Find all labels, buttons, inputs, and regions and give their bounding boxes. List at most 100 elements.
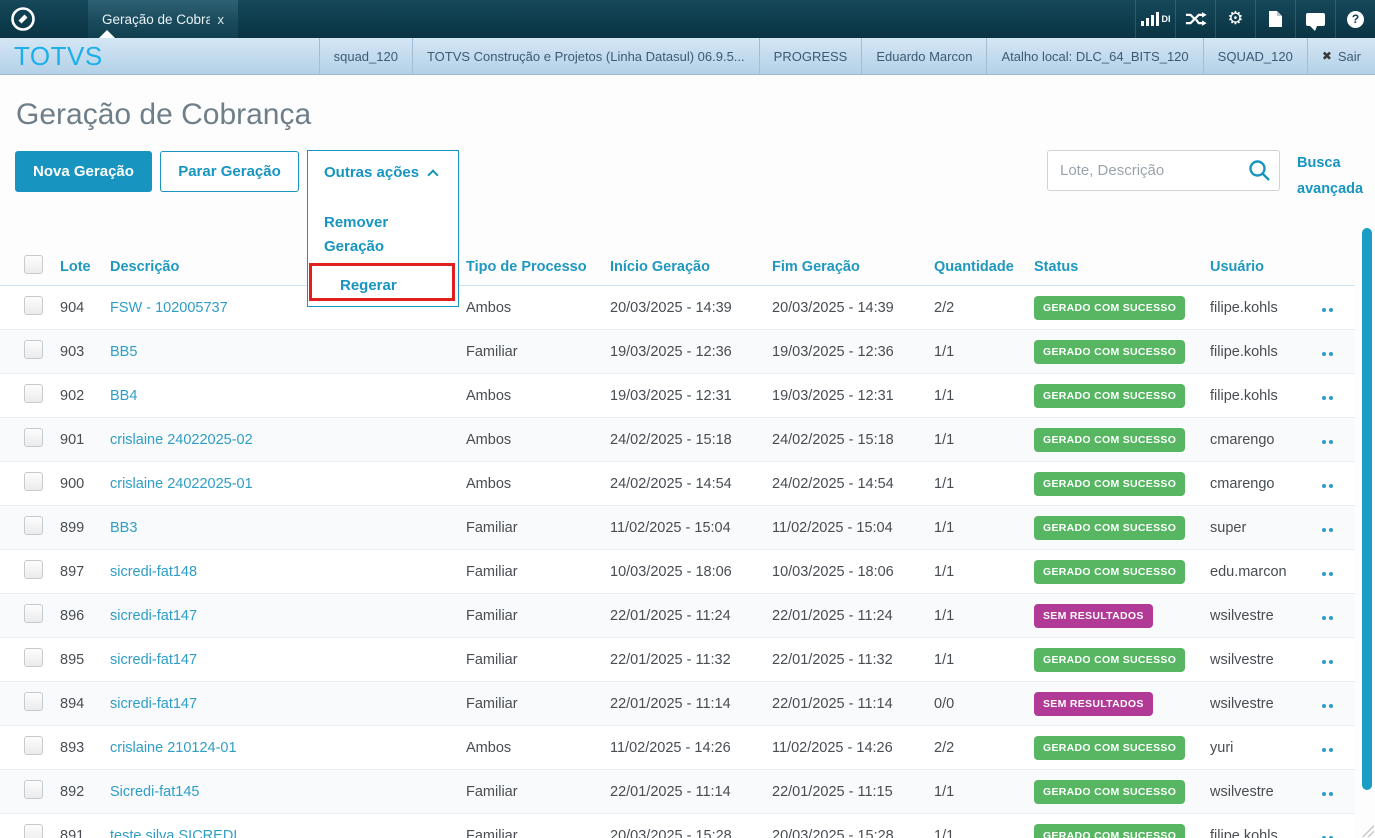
search-icon — [1249, 160, 1270, 181]
menu-item-remover-geracao[interactable]: Remover Geração — [308, 211, 418, 259]
status-badge: GERADO COM SUCESSO — [1034, 339, 1186, 364]
quantidade-value: 1/1 — [934, 431, 955, 448]
descricao-link[interactable]: BB3 — [110, 520, 137, 536]
row-checkbox[interactable] — [24, 428, 43, 447]
row-checkbox[interactable] — [24, 384, 43, 403]
resize-handle-icon[interactable] — [1362, 825, 1374, 837]
tipo-processo-value: Ambos — [466, 299, 512, 316]
table-header: Lote Descrição Tipo de Processo Início G… — [0, 248, 1355, 286]
busca-avancada-link[interactable]: Busca avançada — [1297, 150, 1369, 202]
ellipsis-icon — [1322, 703, 1326, 708]
outras-acoes-button[interactable]: Outras ações — [308, 151, 458, 181]
descricao-link[interactable]: BB5 — [110, 344, 137, 360]
select-all-checkbox[interactable] — [24, 254, 43, 274]
tipo-processo-value: Ambos — [466, 387, 512, 404]
chat-button[interactable] — [1295, 0, 1335, 38]
row-actions-button[interactable] — [1322, 564, 1335, 580]
row-actions-button[interactable] — [1322, 344, 1335, 360]
row-actions-button[interactable] — [1322, 740, 1335, 756]
col-fim-geracao[interactable]: Fim Geração — [772, 259, 934, 275]
settings-button[interactable]: ⚙ — [1215, 0, 1255, 38]
document-button[interactable] — [1255, 0, 1295, 38]
row-checkbox[interactable] — [24, 604, 43, 623]
lote-value: 891 — [60, 827, 85, 838]
row-actions-button[interactable] — [1322, 520, 1335, 536]
row-actions-button[interactable] — [1322, 828, 1335, 838]
descricao-link[interactable]: sicredi-fat148 — [110, 564, 197, 580]
parar-geracao-button[interactable]: Parar Geração — [160, 151, 299, 192]
descricao-link[interactable]: BB4 — [110, 388, 137, 404]
row-actions-button[interactable] — [1322, 476, 1335, 492]
totvs-logo-icon[interactable] — [9, 6, 36, 33]
row-checkbox[interactable] — [24, 824, 43, 838]
col-inicio-geracao[interactable]: Início Geração — [610, 259, 772, 275]
usuario-value: super — [1210, 519, 1247, 536]
col-usuario[interactable]: Usuário — [1210, 259, 1322, 275]
row-checkbox[interactable] — [24, 692, 43, 711]
help-button[interactable]: ? — [1335, 0, 1375, 38]
nova-geracao-button[interactable]: Nova Geração — [15, 151, 152, 192]
col-quantidade[interactable]: Quantidade — [934, 259, 1034, 275]
row-checkbox[interactable] — [24, 296, 43, 315]
descricao-link[interactable]: FSW - 102005737 — [110, 300, 228, 316]
status-badge: GERADO COM SUCESSO — [1034, 735, 1186, 760]
row-actions-button[interactable] — [1322, 432, 1335, 448]
table-row: 896 sicredi-fat147 Familiar 22/01/2025 -… — [0, 594, 1355, 638]
shuffle-button[interactable] — [1175, 0, 1215, 38]
tipo-processo-value: Ambos — [466, 431, 512, 448]
row-actions-button[interactable] — [1322, 652, 1335, 668]
row-checkbox[interactable] — [24, 648, 43, 667]
status-badge: GERADO COM SUCESSO — [1034, 515, 1186, 540]
row-checkbox[interactable] — [24, 516, 43, 535]
descricao-link[interactable]: teste silva SICREDI — [110, 828, 237, 838]
tab-close-icon[interactable]: x — [218, 12, 225, 27]
descricao-link[interactable]: crislaine 24022025-02 — [110, 432, 253, 448]
row-checkbox[interactable] — [24, 780, 43, 799]
ellipsis-icon — [1322, 571, 1326, 576]
tipo-processo-value: Ambos — [466, 475, 512, 492]
quantidade-value: 1/1 — [934, 651, 955, 668]
ellipsis-icon — [1322, 439, 1326, 444]
col-tipo-processo[interactable]: Tipo de Processo — [466, 259, 610, 275]
logout-button[interactable]: ✖ Sair — [1306, 38, 1375, 74]
row-actions-button[interactable] — [1322, 388, 1335, 404]
row-checkbox[interactable] — [24, 472, 43, 491]
descricao-link[interactable]: sicredi-fat147 — [110, 696, 197, 712]
quantidade-value: 1/1 — [934, 343, 955, 360]
row-checkbox[interactable] — [24, 340, 43, 359]
table-row: 893 crislaine 210124-01 Ambos 11/02/2025… — [0, 726, 1355, 770]
usuario-value: cmarengo — [1210, 475, 1275, 492]
fim-geracao-value: 20/03/2025 - 14:39 — [772, 299, 894, 316]
descricao-link[interactable]: crislaine 24022025-01 — [110, 476, 253, 492]
descricao-link[interactable]: sicredi-fat147 — [110, 608, 197, 624]
lote-value: 902 — [60, 387, 85, 404]
descricao-link[interactable]: sicredi-fat147 — [110, 652, 197, 668]
fim-geracao-value: 24/02/2025 - 14:54 — [772, 475, 894, 492]
tipo-processo-value: Familiar — [466, 651, 518, 668]
search-input[interactable] — [1047, 150, 1280, 191]
usuario-value: edu.marcon — [1210, 563, 1287, 580]
col-lote[interactable]: Lote — [60, 259, 110, 275]
fim-geracao-value: 20/03/2025 - 15:28 — [772, 827, 894, 838]
row-checkbox[interactable] — [24, 560, 43, 579]
descricao-link[interactable]: Sicredi-fat145 — [110, 784, 199, 800]
row-actions-button[interactable] — [1322, 608, 1335, 624]
table-row: 902 BB4 Ambos 19/03/2025 - 12:31 19/03/2… — [0, 374, 1355, 418]
ellipsis-icon — [1322, 659, 1326, 664]
inicio-geracao-value: 24/02/2025 - 15:18 — [610, 431, 732, 448]
fim-geracao-value: 22/01/2025 - 11:15 — [772, 783, 893, 800]
descricao-link[interactable]: crislaine 210124-01 — [110, 740, 237, 756]
row-checkbox[interactable] — [24, 736, 43, 755]
lote-value: 901 — [60, 431, 85, 448]
col-status[interactable]: Status — [1034, 259, 1210, 275]
ellipsis-icon — [1322, 615, 1326, 620]
menu-item-regerar[interactable]: Regerar — [324, 274, 397, 298]
env-item-atalho: Atalho local: DLC_64_BITS_120 — [986, 38, 1202, 74]
tipo-processo-value: Familiar — [466, 563, 518, 580]
row-actions-button[interactable] — [1322, 300, 1335, 316]
metrics-di-button[interactable]: DI — [1135, 0, 1175, 38]
row-actions-button[interactable] — [1322, 784, 1335, 800]
row-actions-button[interactable] — [1322, 696, 1335, 712]
scrollbar-thumb[interactable] — [1362, 228, 1372, 790]
tab-label: Geração de Cobrança — [102, 11, 210, 27]
